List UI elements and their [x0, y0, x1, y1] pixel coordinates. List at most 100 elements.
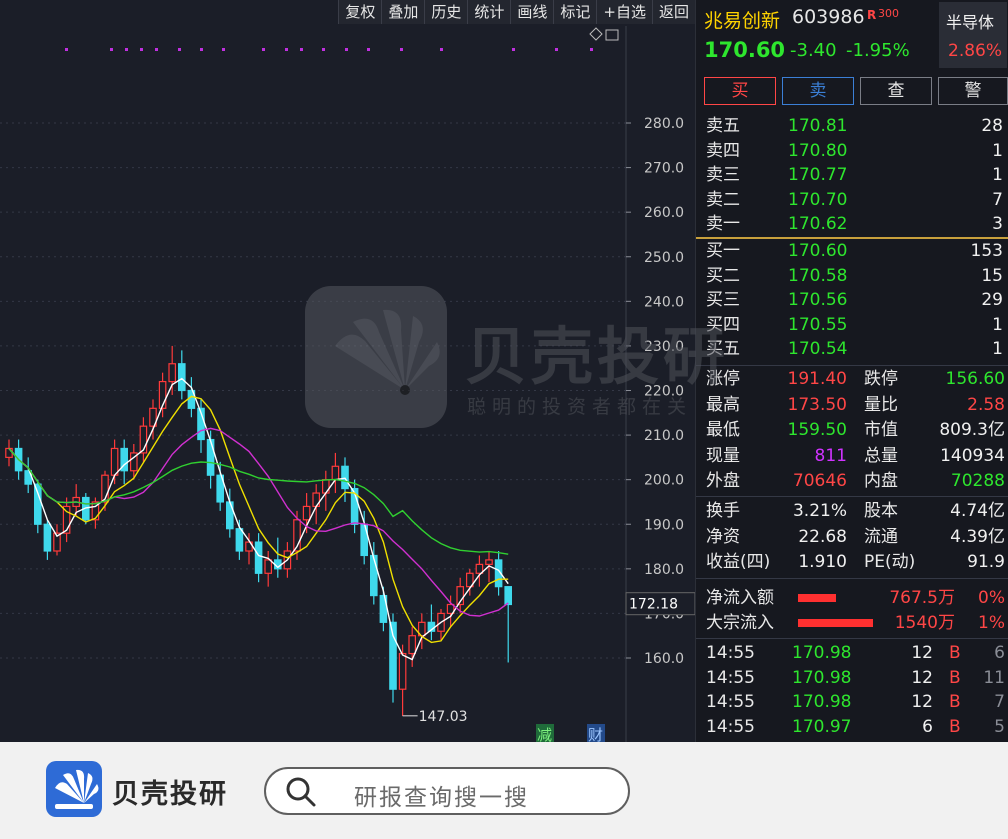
order-volume: 1: [992, 314, 1003, 335]
stat-label: 涨停: [706, 369, 740, 389]
order-price: 170.80: [788, 140, 848, 161]
tick-side: B: [949, 667, 961, 688]
kline-chart[interactable]: 280.0 270.0 260.0 250.0 240.0 230.0 220.0 210.0…: [0, 26, 695, 742]
signal-dot: [300, 48, 303, 51]
y-tick-label: 200.0: [644, 473, 684, 489]
stat-value: 1.910: [798, 552, 847, 573]
candle-body: [408, 635, 417, 655]
order-book-row[interactable]: 卖四 170.80 1: [696, 139, 1008, 163]
order-book-row[interactable]: 卖一 170.62 3: [696, 212, 1008, 236]
toolbar-button[interactable]: 复权: [338, 0, 382, 24]
stat-label: 流通: [864, 526, 898, 547]
tick-row: 14:55 170.98 12 B 11: [696, 666, 1008, 690]
order-book-row[interactable]: 卖二 170.70 7: [696, 188, 1008, 212]
search-icon: [286, 777, 316, 807]
stat-label: 市值: [864, 420, 898, 441]
tick-time: 14:55: [706, 643, 755, 663]
sector-box[interactable]: 半导体 2.86%: [939, 2, 1007, 68]
order-volume: 1: [992, 339, 1003, 360]
order-book-row[interactable]: 买一 170.60 153: [696, 239, 1008, 263]
toolbar-button[interactable]: +自选: [596, 0, 652, 24]
toolbar-button[interactable]: 画线: [510, 0, 554, 24]
flow-pct: 1%: [978, 613, 1005, 633]
order-book-row[interactable]: 卖三 170.77 1: [696, 163, 1008, 187]
tick-row: 14:55 170.98 12 B 7: [696, 690, 1008, 714]
candle-body: [264, 559, 273, 574]
signal-dot: [322, 48, 325, 51]
flow-label: 净流入额: [706, 588, 774, 608]
order-volume: 153: [970, 241, 1003, 261]
alert-button[interactable]: 警: [938, 77, 1008, 105]
signal-dot: [400, 48, 403, 51]
search-box[interactable]: 研报查询搜一搜: [264, 767, 630, 815]
toolbar-button[interactable]: 叠加: [381, 0, 425, 24]
candle-body: [485, 559, 493, 565]
check-button[interactable]: 查: [860, 77, 932, 105]
order-volume: 29: [981, 290, 1003, 311]
order-price: 170.54: [788, 339, 848, 360]
tick-price: 170.98: [792, 692, 852, 713]
stat-label: 量比: [864, 394, 898, 415]
divider: [696, 496, 1008, 497]
stat-label: 收益(四): [706, 552, 771, 573]
tick-volume: 12: [911, 667, 933, 688]
tick-count: 7: [994, 692, 1005, 713]
order-price: 170.77: [788, 165, 848, 186]
stat-value: 91.9: [967, 552, 1005, 573]
toolbar-button[interactable]: 标记: [553, 0, 597, 24]
toolbar-button[interactable]: 历史: [424, 0, 468, 24]
signal-dot: [285, 48, 288, 51]
stat-value: 70646: [792, 471, 847, 492]
toolbar-button[interactable]: 返回: [651, 0, 695, 24]
sell-button[interactable]: 卖: [782, 77, 854, 105]
signal-dot: [140, 48, 143, 51]
min-price-label: 147.03: [419, 709, 468, 725]
flow-label: 大宗流入: [706, 613, 774, 633]
candle-body: [33, 483, 42, 525]
tick-time: 14:55: [706, 716, 755, 737]
order-price: 170.62: [788, 214, 848, 235]
candle-body: [389, 621, 397, 690]
order-level-label: 买三: [706, 290, 740, 311]
candle-body: [370, 554, 378, 597]
stat-value: 70288: [950, 471, 1005, 492]
candle-body: [302, 505, 311, 521]
buy-button[interactable]: 买: [704, 77, 776, 105]
stock-app: 复权 叠加 历史 统计 画线 标记 +自选 返回 280.0 270.0 260.0 250.0 24…: [0, 0, 1008, 742]
tick-volume: 6: [922, 716, 933, 737]
stock-name: 兆易创新: [704, 10, 781, 32]
order-book-row[interactable]: 买五 170.54 1: [696, 337, 1008, 361]
y-tick-label: 260.0: [644, 205, 684, 221]
current-price: 170.60: [704, 38, 786, 62]
toolbar-button[interactable]: 统计: [467, 0, 511, 24]
order-volume: 1: [992, 165, 1003, 186]
y-tick-label: 280.0: [644, 116, 684, 132]
candle-body: [398, 652, 407, 690]
sector-pct: 2.86%: [948, 41, 1003, 61]
stat-row: 涨停 191.40 跌停 156.60: [696, 367, 1008, 391]
stat-label: 跌停: [864, 369, 898, 389]
candle-body: [341, 465, 349, 490]
order-price: 170.56: [788, 290, 848, 311]
stat-row: 换手 3.21% 股本 4.74亿: [696, 499, 1008, 523]
divider: [696, 638, 1008, 639]
y-tick-label: 160.0: [644, 651, 684, 667]
order-book-row[interactable]: 买二 170.58 15: [696, 264, 1008, 288]
reduce-marker: 减: [537, 726, 552, 742]
kline-chart-panel[interactable]: 复权 叠加 历史 统计 画线 标记 +自选 返回 280.0 270.0 260.0 250.0 24…: [0, 0, 695, 742]
order-book-row[interactable]: 买三 170.56 29: [696, 288, 1008, 312]
stat-label: 最高: [706, 394, 740, 415]
order-price: 170.81: [788, 116, 848, 136]
stat-row: 最高 173.50 量比 2.58: [696, 393, 1008, 417]
divider: [696, 578, 1008, 579]
signal-dot: [200, 48, 203, 51]
shell-logo-icon: [55, 769, 99, 809]
stat-row: 净资 22.68 流通 4.39亿: [696, 525, 1008, 549]
y-tick-label: 190.0: [644, 517, 684, 533]
order-volume: 1: [992, 140, 1003, 161]
stat-value: 4.74亿: [950, 501, 1005, 521]
tick-count: 11: [983, 667, 1005, 688]
order-book-row[interactable]: 卖五 170.81 28: [696, 114, 1008, 138]
order-book-row[interactable]: 买四 170.55 1: [696, 313, 1008, 337]
stat-label: 外盘: [706, 471, 740, 492]
